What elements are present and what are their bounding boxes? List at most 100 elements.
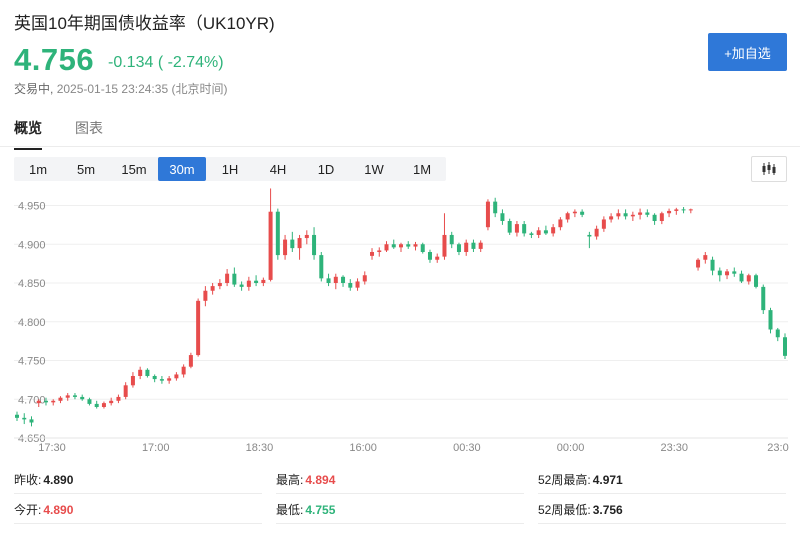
stat-label: 最低: [276,503,304,517]
candle-body [87,399,92,404]
candle-body [406,244,411,247]
candle-body [138,369,143,376]
stat-value: 3.756 [592,502,623,517]
candle-body [449,234,454,245]
candle-body [377,250,382,252]
timestamp: 2025-01-15 23:24:35 (北京时间) [56,82,228,96]
candle-body [43,400,48,403]
candle-body [15,414,19,418]
candle-body [725,271,730,276]
stat-open: 今开: 4.890 [14,496,262,524]
period-30m[interactable]: 30m [158,157,206,181]
candle-body [159,379,164,381]
candle-body [210,286,215,291]
stat-value: 4.890 [43,502,74,517]
candle-body [471,242,476,249]
candle-body [710,259,715,271]
candle-body [51,400,56,403]
candle-body [65,395,70,398]
stat-low: 最低: 4.755 [276,496,524,524]
candle-body [435,256,440,260]
candle-body [674,209,679,211]
candle-body [464,242,469,252]
stat-label: 最高: [276,473,304,487]
candle-body [732,271,737,274]
period-1w[interactable]: 1W [350,157,398,181]
candle-body [304,234,309,239]
candle-body [420,244,425,252]
chart-type-button[interactable] [751,156,787,182]
candlestick-icon [762,162,776,175]
x-tick-label: 00:00 [557,442,585,454]
candle-body [384,244,389,251]
stat-value: 4.894 [305,472,336,487]
stat-value: 4.755 [305,502,336,517]
candle-body [768,310,773,330]
x-tick-label: 23:0 [767,442,788,454]
x-tick-label: 16:00 [349,442,377,454]
stat-52w-low: 52周最低: 3.756 [538,496,786,524]
candle-body [442,234,447,257]
candle-body [239,284,244,287]
stat-high: 最高: 4.894 [276,466,524,494]
y-tick-label: 4.750 [18,356,46,368]
candle-body [268,211,273,280]
candle-body [703,255,708,260]
candle-body [645,212,650,215]
candle-body [188,355,193,367]
candle-body [217,283,222,287]
candle-body [391,244,396,248]
candle-body [514,224,519,233]
page-title: 英国10年期国债收益率（UK10YR) [14,14,275,33]
x-tick-label: 18:30 [246,442,274,454]
period-1d[interactable]: 1D [302,157,350,181]
candle-body [630,214,635,217]
candle-body [696,259,701,268]
candle-body [246,280,251,287]
candle-body [130,376,135,386]
period-4h[interactable]: 4H [254,157,302,181]
candle-body [341,276,346,283]
candle-body [348,283,353,288]
candle-body [22,417,27,420]
x-tick-label: 00:30 [453,442,481,454]
period-5m[interactable]: 5m [62,157,110,181]
add-watchlist-button[interactable]: +加自选 [708,33,787,71]
candle-body [123,385,128,397]
candle-body [116,396,121,401]
candle-body [232,273,237,285]
candle-body [500,213,505,221]
candle-body [572,211,577,214]
period-15m[interactable]: 15m [110,157,158,181]
candle-body [72,395,77,397]
candle-body [681,209,686,211]
candle-body [370,252,375,256]
candle-body [145,369,150,376]
candlestick-chart: 4.6504.7004.7504.8004.8504.9004.95017:30… [14,188,789,454]
candle-body [181,366,186,375]
y-tick-label: 4.800 [18,317,46,329]
candle-body [507,221,512,233]
price-change: -0.134 ( -2.74%) [108,54,224,71]
trading-status: 交易中, 2025-01-15 23:24:35 (北京时间) [14,80,227,97]
period-1h[interactable]: 1H [206,157,254,181]
candle-body [580,211,585,215]
period-1m[interactable]: 1m [14,157,62,181]
candle-body [225,273,230,283]
tab-divider [0,146,800,147]
candle-body [333,276,338,283]
candle-body [761,286,766,311]
candle-body [312,234,317,256]
stat-52w-high: 52周最高: 4.971 [538,466,786,494]
candle-body [167,378,172,381]
period-1mo[interactable]: 1M [398,157,446,181]
y-tick-label: 4.950 [18,201,46,213]
candle-body [493,201,498,214]
candle-body [283,239,288,256]
candle-body [478,242,483,249]
candle-body [290,239,295,249]
candle-body [101,403,106,407]
candle-body [109,400,114,404]
candle-body [688,209,693,211]
candle-body [558,219,563,228]
